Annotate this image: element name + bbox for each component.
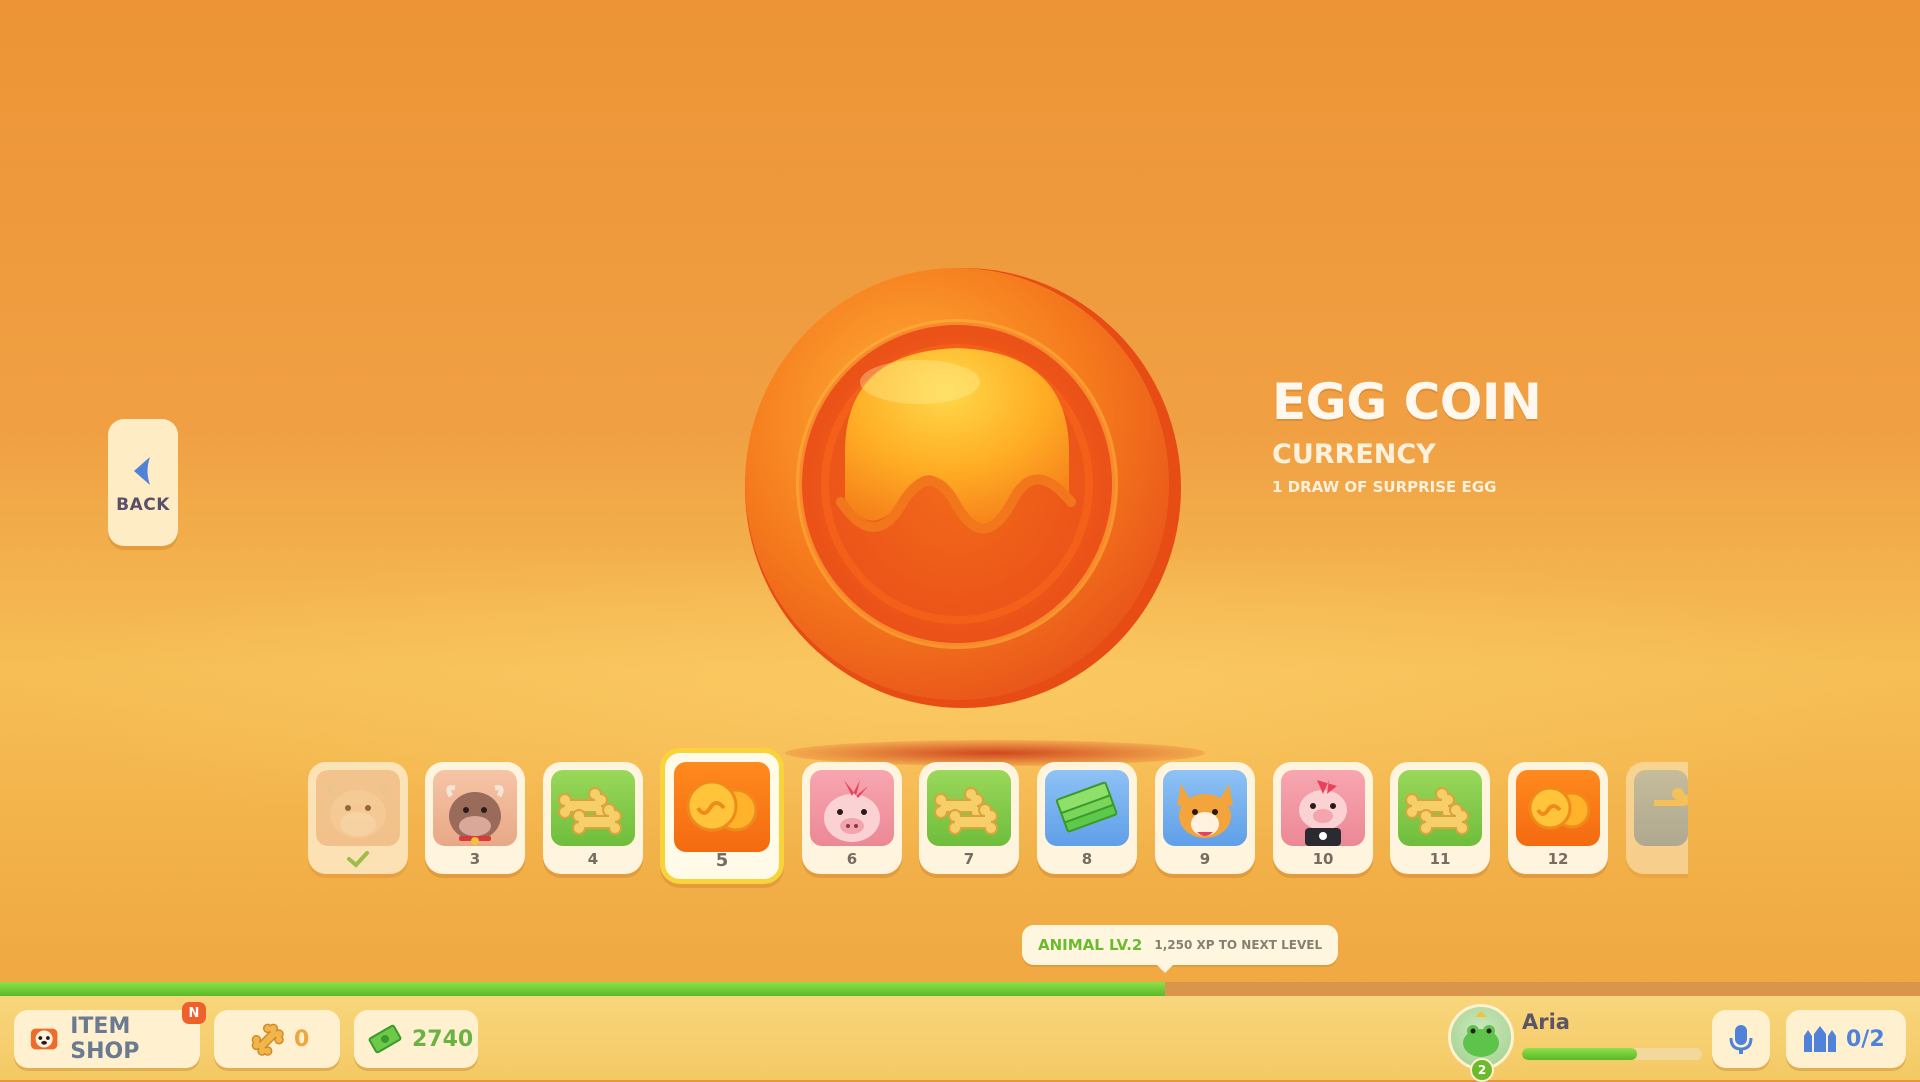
- xp-progress-bar: [0, 982, 1920, 996]
- slot-level-label: 6: [846, 850, 858, 868]
- bones-counter[interactable]: 0: [214, 1010, 340, 1068]
- slot-level-label: 7: [963, 850, 975, 868]
- item-shop-label: ITEM SHOP: [70, 1014, 140, 1064]
- party-button[interactable]: 0/2: [1786, 1010, 1906, 1068]
- cash-stack-icon: [1045, 770, 1129, 846]
- bone-biscuits-icon: [1634, 770, 1688, 846]
- reward-slot-12[interactable]: 12: [1508, 762, 1608, 874]
- slot-level-label: 11: [1429, 850, 1451, 868]
- slot-level-label: 8: [1081, 850, 1093, 868]
- reward-slot-11[interactable]: 11: [1390, 762, 1490, 874]
- player-name: Aria: [1522, 1010, 1570, 1034]
- microphone-icon: [1729, 1025, 1753, 1054]
- item-info: EGG COIN CURRENCY 1 DRAW OF SURPRISE EGG: [1272, 372, 1542, 496]
- punk-pig-icon: [1281, 770, 1365, 846]
- player-profile[interactable]: 2 Aria: [1448, 1000, 1708, 1082]
- cash-icon: [368, 1024, 402, 1054]
- slot-level-label: 5: [715, 850, 729, 871]
- bones-count: 0: [294, 1026, 310, 1052]
- chevron-left-icon: [134, 456, 150, 485]
- bone-biscuits-icon: [551, 770, 635, 846]
- reward-slot-4[interactable]: 4: [543, 762, 643, 874]
- level-tooltip: ANIMAL LV.2 1,250 XP TO NEXT LEVEL: [1022, 925, 1339, 973]
- item-type: CURRENCY: [1272, 439, 1436, 470]
- slot-level-label: 9: [1199, 850, 1211, 868]
- cash-count: 2740: [412, 1026, 474, 1052]
- reward-slot-9[interactable]: 9: [1155, 762, 1255, 874]
- reward-slot-7[interactable]: 7: [919, 762, 1019, 874]
- reward-track: 3 4 5 6 7 8 9 10 11 12: [300, 748, 1700, 892]
- egg-coins-icon: [1516, 770, 1600, 846]
- slot-level-label: 3: [469, 850, 481, 868]
- reward-slot-5-selected[interactable]: 5: [660, 748, 784, 884]
- bone-biscuits-icon: [1398, 770, 1482, 846]
- egg-coin-icon: [745, 268, 1181, 708]
- animal-level-text: ANIMAL LV.2: [1038, 936, 1143, 954]
- player-progress-bar: [1522, 1048, 1702, 1060]
- xp-to-next-text: 1,250 XP TO NEXT LEVEL: [1154, 938, 1323, 952]
- cow-icon: [316, 770, 400, 846]
- item-name: EGG COIN: [1272, 373, 1542, 431]
- item-description: 1 DRAW OF SURPRISE EGG: [1272, 478, 1497, 496]
- back-button[interactable]: BACK: [108, 419, 178, 546]
- corgi-icon: [1163, 770, 1247, 846]
- microphone-button[interactable]: [1712, 1010, 1770, 1068]
- party-count: 0/2: [1846, 1026, 1885, 1052]
- shop-dog-icon: [30, 1028, 58, 1050]
- slot-level-label: 12: [1547, 850, 1569, 868]
- pig-mohawk-icon: [810, 770, 894, 846]
- reward-slot-3[interactable]: 3: [425, 762, 525, 874]
- checkmark-icon: [347, 851, 369, 868]
- party-members-icon: [1804, 1026, 1836, 1052]
- bone-biscuits-icon: [927, 770, 1011, 846]
- reward-slot-8[interactable]: 8: [1037, 762, 1137, 874]
- cash-counter[interactable]: 2740: [354, 1010, 478, 1068]
- player-level-badge: 2: [1470, 1058, 1494, 1082]
- cow-with-bell-icon: [433, 770, 517, 846]
- item-shop-button[interactable]: ITEM SHOP N: [14, 1002, 206, 1068]
- reward-slot-6[interactable]: 6: [802, 762, 902, 874]
- player-progress-fill: [1522, 1048, 1638, 1060]
- reward-slot-next[interactable]: [1626, 762, 1688, 874]
- egg-coins-icon: [674, 762, 770, 852]
- slot-level-label: 10: [1312, 850, 1334, 868]
- slot-level-label: 4: [587, 850, 599, 868]
- back-label: BACK: [116, 494, 170, 515]
- reward-slot-10[interactable]: 10: [1273, 762, 1373, 874]
- bone-icon: [251, 1023, 284, 1056]
- new-badge: N: [182, 1002, 206, 1024]
- xp-progress-fill: [0, 982, 1166, 996]
- reward-slot[interactable]: [308, 762, 408, 874]
